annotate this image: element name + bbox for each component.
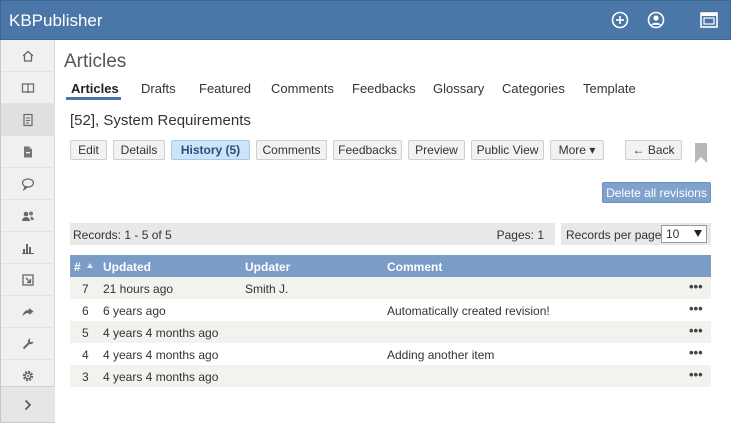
window-icon[interactable] [699,10,719,30]
sidebar-item-tools[interactable] [1,328,55,360]
revision-updated: 21 hours ago [103,282,174,296]
public-view-button[interactable]: Public View [471,140,544,160]
revision-comment: Adding another item [387,348,495,362]
back-button[interactable]: ← Back [625,140,682,160]
history-button[interactable]: History (5) [171,140,250,160]
column-header-number[interactable]: # [74,260,81,274]
tab-drafts[interactable]: Drafts [141,81,176,96]
chevron-right-icon [24,399,32,410]
revision-updater: Smith J. [245,282,289,296]
table-row[interactable]: 6 6 years ago Automatically created revi… [70,299,711,321]
book-icon [21,82,35,93]
revision-number: 4 [82,348,89,362]
preview-button[interactable]: Preview [408,140,465,160]
more-button[interactable]: More ▾ [550,140,604,160]
comments-button[interactable]: Comments [256,140,327,160]
revision-number: 7 [82,282,89,296]
sort-ascending-icon[interactable] [87,263,93,268]
bookmark-icon[interactable] [694,143,708,163]
revision-number: 3 [82,370,89,384]
sidebar [0,40,55,423]
article-icon [23,113,33,126]
edit-button[interactable]: Edit [70,140,107,160]
user-circle-icon[interactable] [646,10,666,30]
records-per-page-bar: Records per page: 10 [561,223,711,245]
records-bar: Records: 1 - 5 of 5 Pages: 1 [70,223,555,245]
tab-featured[interactable]: Featured [199,81,251,96]
tab-categories[interactable]: Categories [502,81,565,96]
row-menu-icon[interactable]: ••• [689,301,703,316]
article-heading: [52], System Requirements [70,112,251,129]
sidebar-item-articles[interactable] [1,104,55,136]
pages-count: Pages: 1 [496,228,544,242]
import-icon [22,273,34,286]
delete-all-revisions-button[interactable]: Delete all revisions [602,182,711,203]
column-header-updater[interactable]: Updater [245,260,290,274]
records-per-page-value: 10 [666,227,680,241]
records-per-page-select[interactable]: 10 [661,225,707,243]
records-per-page-label: Records per page: [566,228,665,242]
gear-icon [22,370,34,381]
comments-icon [21,177,35,191]
table-row[interactable]: 7 21 hours ago Smith J. ••• [70,277,711,299]
table-header: # Updated Updater Comment [70,255,711,277]
revision-updated: 4 years 4 months ago [103,348,219,362]
sidebar-item-users[interactable] [1,200,55,232]
table-row[interactable]: 4 4 years 4 months ago Adding another it… [70,343,711,365]
revision-updated: 6 years ago [103,304,166,318]
tab-articles[interactable]: Articles [71,81,119,96]
tab-comments[interactable]: Comments [271,81,334,96]
row-menu-icon[interactable]: ••• [689,367,703,382]
tab-template[interactable]: Template [583,81,636,96]
revision-number: 5 [82,326,89,340]
row-menu-icon[interactable]: ••• [689,323,703,338]
revision-comment: Automatically created revision! [387,304,550,318]
column-header-comment[interactable]: Comment [387,260,442,274]
file-icon [24,146,32,157]
table-row[interactable]: 3 4 years 4 months ago ••• [70,365,711,387]
bar-chart-icon [22,243,34,254]
page-title: Articles [64,51,127,72]
dropdown-caret-icon [694,230,702,237]
users-icon [22,211,34,221]
app-title[interactable]: KBPublisher [9,11,103,31]
row-menu-icon[interactable]: ••• [689,279,703,294]
revision-number: 6 [82,304,89,318]
tab-feedbacks[interactable]: Feedbacks [352,81,416,96]
home-icon [22,50,34,62]
table-row[interactable]: 5 4 years 4 months ago ••• [70,321,711,343]
records-summary: Records: 1 - 5 of 5 [73,228,172,242]
sidebar-item-files[interactable] [1,136,55,168]
sidebar-item-knowledgebase[interactable] [1,72,55,104]
details-button[interactable]: Details [113,140,165,160]
sidebar-expand-button[interactable] [1,386,55,422]
active-tab-indicator [66,97,121,100]
feedbacks-button[interactable]: Feedbacks [333,140,402,160]
sidebar-item-import[interactable] [1,264,55,296]
sidebar-item-comments[interactable] [1,168,55,200]
sidebar-item-share[interactable] [1,296,55,328]
sidebar-item-home[interactable] [1,40,55,72]
share-icon [22,307,34,316]
add-circle-icon[interactable] [610,10,630,30]
wrench-icon [22,338,34,349]
revision-updated: 4 years 4 months ago [103,326,219,340]
row-menu-icon[interactable]: ••• [689,345,703,360]
tab-glossary[interactable]: Glossary [433,81,484,96]
revision-updated: 4 years 4 months ago [103,370,219,384]
column-header-updated[interactable]: Updated [103,260,151,274]
top-bar: KBPublisher [0,0,731,40]
sidebar-item-reports[interactable] [1,232,55,264]
